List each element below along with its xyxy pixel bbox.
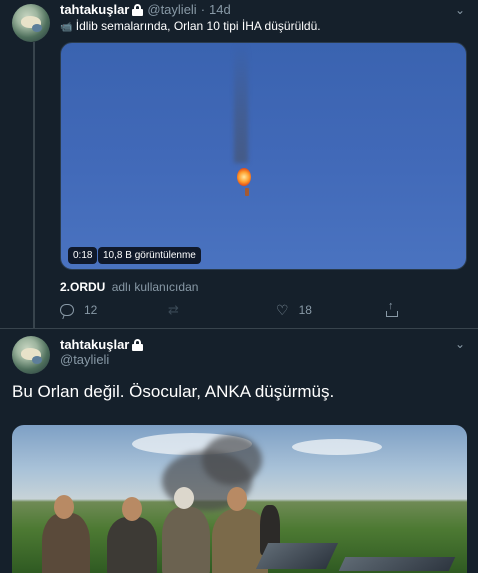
person-figure [107, 517, 157, 573]
tweet-text: Bu Orlan değil. Ösocular, ANKA düşürmüş. [12, 382, 335, 401]
retweet-button[interactable]: ⇄ [168, 302, 179, 318]
tweet-text: 📹 İdlib semalarında, Orlan 10 tipi İHA d… [60, 19, 321, 33]
video-attribution: 2.ORDU adlı kullanıcıdan [60, 280, 198, 294]
display-name[interactable]: tahtakuşlar [60, 337, 129, 352]
tweet-1[interactable]: tahtakuşlar @taylieli · 14d ⌄ 📹 İdlib se… [0, 0, 478, 328]
like-count: 18 [298, 303, 312, 317]
person-head [54, 495, 74, 519]
share-button[interactable] [386, 300, 398, 318]
tweet-header: tahtakuşlar @taylieli · 14d [60, 2, 231, 17]
person-head [227, 487, 247, 511]
user-handle[interactable]: @taylieli [60, 352, 109, 367]
fire-burst [237, 168, 251, 186]
display-name[interactable]: tahtakuşlar [60, 2, 129, 17]
reply-icon [60, 304, 74, 316]
retweet-icon: ⇄ [168, 302, 179, 317]
chevron-down-icon[interactable]: ⌄ [455, 337, 465, 351]
tweet-photo[interactable] [12, 425, 467, 573]
smoke-trail [234, 43, 248, 163]
attribution-suffix: adlı kullanıcıdan [111, 280, 199, 294]
thread-connector-line [33, 42, 35, 328]
attribution-user[interactable]: 2.ORDU [60, 280, 105, 294]
heart-icon: ♡ [276, 301, 289, 318]
separator-dot: · [200, 2, 206, 17]
camera-emoji-icon: 📹 [60, 22, 73, 33]
avatar-bird-shape-2 [32, 24, 42, 32]
person-figure [162, 507, 210, 573]
video-view-count: 10,8 B görüntülenme [98, 247, 201, 264]
aircraft-wreckage [338, 557, 456, 571]
share-icon [386, 300, 398, 317]
person-figure [42, 513, 90, 573]
like-button[interactable]: ♡ 18 [276, 302, 312, 318]
avatar[interactable] [12, 4, 50, 42]
user-handle[interactable]: @taylieli [147, 2, 196, 17]
timestamp[interactable]: 14d [209, 2, 231, 17]
tweet-divider [0, 328, 478, 329]
tweet-actions: 12 ⇄ ♡ 18 [60, 300, 405, 318]
avatar-bird-shape-2 [32, 356, 42, 364]
smoke-plume [202, 435, 262, 485]
reply-button[interactable]: 12 [60, 302, 97, 318]
person-head [122, 497, 142, 521]
lock-icon [132, 338, 144, 351]
chevron-down-icon[interactable]: ⌄ [455, 3, 465, 17]
cloud [292, 439, 382, 455]
tweet-header: tahtakuşlar [60, 337, 144, 352]
video-player[interactable]: 0:18 10,8 B görüntülenme [60, 42, 467, 270]
person-head [174, 487, 194, 509]
tweet-handle-row: @taylieli [60, 352, 109, 367]
falling-debris [245, 188, 249, 196]
aircraft-wreckage [255, 543, 339, 569]
lock-icon [132, 3, 144, 16]
tweet-text-content: İdlib semalarında, Orlan 10 tipi İHA düş… [75, 19, 321, 33]
video-duration: 0:18 [68, 247, 98, 264]
reply-count: 12 [84, 303, 98, 317]
avatar[interactable] [12, 336, 50, 374]
